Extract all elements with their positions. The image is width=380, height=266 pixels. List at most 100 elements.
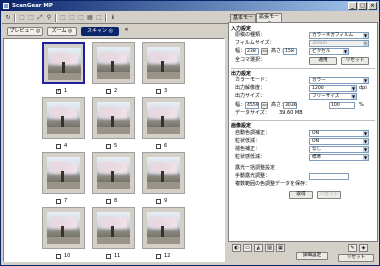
width-input[interactable]: 238 [245,48,259,55]
info-icon[interactable]: ℹ [109,14,117,22]
thumbnail-frame[interactable] [142,207,185,249]
out-width-input[interactable]: 4559 [245,102,259,109]
percent-input[interactable]: 100 [329,102,355,109]
thumbnail-cell[interactable]: 8 [92,152,136,207]
reset-all-button[interactable]: リセット [338,254,374,262]
film-size-select[interactable]: 35mm ▼ [309,40,369,47]
zoom-button[interactable]: ズーム ◎ [47,27,77,36]
unit-select[interactable]: ピクセル ▼ [309,48,349,55]
out-height-input[interactable]: 3036 [283,102,297,109]
preferences-button[interactable]: 詳細設定 [296,252,328,260]
color-mode-select[interactable]: カラー ▼ [309,77,369,84]
doc-type-label: 原稿の種類： [235,32,266,38]
rotate-icon[interactable]: ↻ [4,14,12,22]
tool-icon-6[interactable]: ✎ [348,244,357,252]
rotate-right-icon[interactable]: ⬚ [68,14,76,22]
thumbnail-frame[interactable] [92,42,135,84]
manual-exposure-input[interactable] [309,173,349,180]
chevron-down-icon: ▼ [363,78,368,83]
thumbnail-frame[interactable] [142,42,185,84]
thumbnail-number: 6 [164,143,168,149]
image-setting-select-1[interactable]: ON ▼ [309,130,369,137]
preview-button[interactable]: プレビュー ◎ [7,27,43,36]
select-icon[interactable]: ⬚ [27,14,35,22]
maximize-button[interactable]: □ [358,2,367,10]
tab-basic-mode[interactable]: 基本モード [230,14,256,28]
thumbnail-checkbox[interactable] [56,198,61,204]
thumbnail-frame[interactable] [92,152,135,194]
image-setting-select-2[interactable]: ON ▼ [309,138,369,145]
minimize-button[interactable]: _ [348,2,357,10]
film-photo [48,48,81,80]
thumbnail-number: 10 [64,253,71,259]
tool-icon-7[interactable]: ◈ [359,244,368,252]
tab-advanced-mode[interactable]: 拡張モード [256,13,282,27]
thumbnail-checkbox[interactable] [106,143,111,149]
get-button[interactable]: 取得 [289,191,313,199]
thumbnail-frame[interactable] [92,97,135,139]
thumbnail-checkbox[interactable] [56,88,61,94]
thumbnail-cell[interactable]: 6 [142,97,186,152]
doc-type-select[interactable]: カラーネガフィルム ▼ [309,32,369,39]
tool-icon-3[interactable]: ◭ [254,244,263,252]
tool-icon-4[interactable]: ▨ [265,244,274,252]
move-icon[interactable]: ⤢ [36,14,44,22]
thumbnail-frame[interactable] [42,207,85,249]
reset-button[interactable]: リセット [341,57,369,65]
thumbnail-frame[interactable] [42,97,85,139]
tone-icon[interactable]: ⬚ [95,14,103,22]
dpi-label: dpi [359,85,367,91]
lock-icon[interactable]: ▭ [261,48,268,55]
thumbnail-checkbox[interactable] [106,88,111,94]
image-setting-select-3[interactable]: なし ▼ [309,146,369,153]
thumbnail-checkbox[interactable] [56,143,61,149]
histogram-icon[interactable]: ▤ [86,14,94,22]
close-button[interactable]: × [368,2,377,10]
thumbnail-checkbox[interactable] [156,143,161,149]
thumbnail-cell[interactable]: 4 [42,97,86,152]
thumbnail-checkbox[interactable] [156,253,161,259]
thumbnail-number: 12 [164,253,171,259]
thumbnail-cell[interactable]: 12 [142,207,186,262]
lock-icon[interactable]: ▭ [261,102,268,109]
thumbnail-checkbox[interactable] [156,88,161,94]
tool-icon-2[interactable]: ▭ [243,244,252,252]
thumbnail-checkbox[interactable] [106,198,111,204]
thumbnail-cell[interactable]: 3 [142,42,186,97]
resolution-select[interactable]: 1200 ▼ [309,85,357,92]
chevron-down-icon: ▼ [363,147,368,152]
clear-icon[interactable]: ✕ [122,27,131,36]
thumbnail-cell[interactable]: 7 [42,152,86,207]
film-photo [97,47,130,79]
thumbnail-number: 3 [164,88,168,94]
apply-button[interactable]: 適用 [309,57,337,65]
tool-icon-1[interactable]: ◐ [232,244,241,252]
thumbnail-checkbox[interactable] [106,253,111,259]
zoom-icon[interactable]: ⚲ [45,14,53,22]
thumbnail-frame[interactable] [42,42,85,84]
thumbnail-frame[interactable] [142,152,185,194]
scan-button[interactable]: スキャン ◎ [81,27,119,36]
flip-icon[interactable]: ⬚ [77,14,85,22]
thumbnail-checkbox[interactable] [156,198,161,204]
data-size-label: データサイズ： [235,110,270,116]
thumbnail-cell[interactable]: 10 [42,207,86,262]
thumbnail-frame[interactable] [92,207,135,249]
output-size-select[interactable]: フリーサイズ ▼ [309,93,357,100]
thumbnail-checkbox[interactable] [56,253,61,259]
chevron-down-icon: ▼ [363,33,368,38]
height-input[interactable]: 158 [283,48,297,55]
rotate-left-icon[interactable]: ⬚ [59,14,67,22]
thumbnail-frame[interactable] [42,152,85,194]
tool-icon-5[interactable]: ▦ [276,244,285,252]
thumbnail-cell[interactable]: 11 [92,207,136,262]
thumbnail-cell[interactable]: 9 [142,152,186,207]
image-setting-select-4[interactable]: 標準 ▼ [309,154,369,161]
thumbnail-cell[interactable]: 5 [92,97,136,152]
thumbnail-frame[interactable] [142,97,185,139]
cancel-button[interactable]: リセット [317,191,341,199]
scangear-window: ScanGear MP _ □ × ↻ ⬚ ⬚ ⤢ ⚲ ⬚ ⬚ ⬚ ▤ ⬚ ℹ … [0,0,380,266]
crop-icon[interactable]: ⬚ [18,14,26,22]
thumbnail-cell[interactable]: 2 [92,42,136,97]
thumbnail-cell[interactable]: 1 [42,42,86,97]
